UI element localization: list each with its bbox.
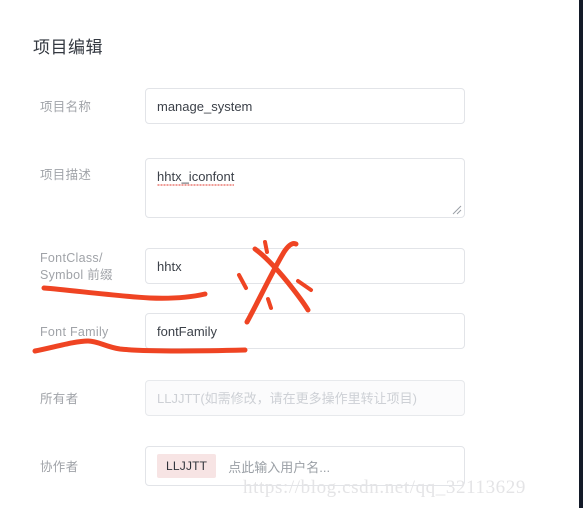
input-project-name-value: manage_system — [157, 99, 253, 114]
input-font-family[interactable]: fontFamily — [145, 313, 465, 349]
label-project-name: 项目名称 — [40, 100, 92, 114]
scribble-tick-bottom — [266, 297, 273, 310]
input-owner-placeholder: LLJJTT(如需修改，请在更多操作里转让项目) — [157, 391, 418, 406]
input-fontclass-prefix[interactable]: hhtx — [145, 248, 465, 284]
textarea-project-description[interactable]: hhtx_iconfont — [145, 158, 465, 218]
label-fontclass-prefix: FontClass/ Symbol 前缀 — [40, 251, 113, 282]
label-owner: 所有者 — [40, 392, 79, 406]
label-collaborators: 协作者 — [40, 460, 79, 474]
input-owner: LLJJTT(如需修改，请在更多操作里转让项目) — [145, 380, 465, 416]
textarea-project-description-value: hhtx_iconfont — [157, 169, 235, 184]
label-project-description: 项目描述 — [40, 168, 92, 182]
collaborators-placeholder: 点此输入用户名... — [228, 459, 331, 475]
label-font-family: Font Family — [40, 325, 109, 339]
input-project-name[interactable]: manage_system — [145, 88, 465, 124]
collaborator-tag[interactable]: LLJJTT — [157, 454, 217, 478]
resize-grip-icon[interactable] — [450, 203, 462, 215]
input-fontclass-prefix-value: hhtx — [157, 259, 182, 274]
form-row-project-description: 项目描述 hhtx_iconfont — [0, 158, 579, 218]
input-font-family-value: fontFamily — [157, 324, 217, 339]
page-title: 项目编辑 — [33, 38, 103, 57]
project-edit-page: 项目编辑 项目名称 manage_system 项目描述 hhtx_iconfo… — [0, 0, 583, 508]
watermark: https://blog.csdn.net/qq_32113629 — [243, 477, 526, 498]
underline-fontclass — [41, 285, 208, 301]
